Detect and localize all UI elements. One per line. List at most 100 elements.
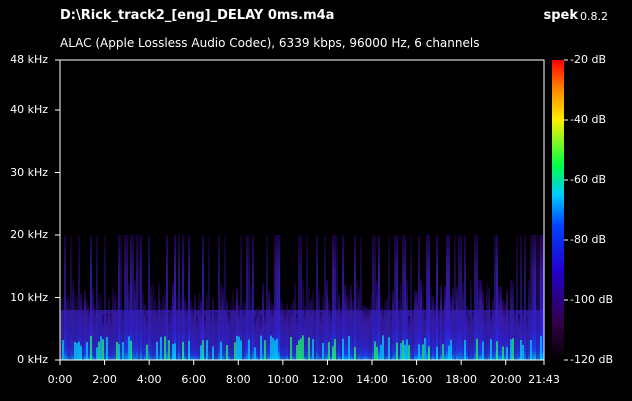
spectrogram-column	[378, 235, 380, 360]
spectrogram-highlight	[164, 336, 166, 360]
spectrogram-column	[404, 235, 406, 360]
spectrogram-column	[68, 295, 70, 360]
spectrogram-highlight	[116, 341, 118, 360]
spectrogram-column	[330, 309, 332, 360]
spectrogram-highlight	[348, 335, 350, 360]
spectrogram-highlight	[448, 345, 450, 360]
spectrogram-column	[414, 290, 416, 360]
spectrogram-highlight	[86, 341, 88, 360]
spectrogram-column	[88, 306, 90, 360]
spectrogram-column	[162, 296, 164, 360]
spectrogram-column	[136, 235, 138, 360]
spectrogram-highlight	[402, 340, 404, 360]
spectrogram-column	[258, 306, 260, 360]
x-tick-label: 10:00	[267, 373, 299, 386]
spectrogram-column	[228, 312, 230, 360]
spectrogram-highlight	[512, 338, 514, 360]
spectrogram-highlight	[220, 341, 222, 360]
spectrogram-column	[438, 310, 440, 360]
spectrogram-highlight	[264, 340, 266, 360]
spectrogram-column	[316, 235, 318, 360]
spectrogram-column	[394, 235, 396, 360]
spectrogram-column	[358, 286, 360, 360]
spectrogram-column	[364, 305, 366, 360]
spectrogram-column	[124, 235, 126, 360]
colorbar-label: -120 dB	[570, 353, 613, 366]
spectrogram-column	[384, 300, 386, 360]
x-tick-label: 6:00	[181, 373, 207, 386]
spectrogram-column	[246, 235, 248, 360]
spectrogram-column	[440, 285, 442, 360]
spectrogram-column	[340, 305, 342, 360]
spectrogram-highlight	[522, 345, 524, 360]
spectrogram-highlight	[200, 345, 202, 360]
spectrogram-column	[488, 287, 490, 360]
spectrogram-highlight	[408, 345, 410, 360]
spectrogram-highlight	[424, 338, 426, 360]
spectrogram-column	[350, 285, 352, 360]
spectrogram-column	[288, 313, 290, 360]
spectrogram-column	[352, 299, 354, 360]
spectrogram-highlight	[78, 341, 80, 360]
spectrogram-column	[320, 311, 322, 360]
spectrogram-column	[480, 279, 482, 360]
spectrogram-column	[232, 289, 234, 360]
spectrogram-column	[470, 279, 472, 360]
spectrogram-column	[304, 306, 306, 360]
spectrogram-column	[284, 310, 286, 360]
spectrogram-column	[448, 235, 450, 360]
spectrogram-column	[360, 235, 362, 360]
spectrogram	[55, 59, 568, 365]
spectrogram-column	[392, 290, 394, 360]
spectrogram-column	[108, 297, 110, 360]
y-tick-label: 20 kHz	[10, 228, 48, 241]
spectrogram-column	[314, 308, 316, 360]
spectrogram-column	[138, 235, 140, 360]
spectrogram-highlight	[436, 346, 438, 360]
spectrogram-column	[114, 292, 116, 360]
spectrogram-highlight	[322, 343, 324, 360]
spectrogram-column	[268, 290, 270, 360]
spectrogram-column	[148, 235, 150, 360]
spectrogram-highlight	[334, 339, 336, 360]
spectrogram-highlight	[302, 335, 304, 360]
spectrogram-column	[78, 235, 80, 360]
spectrogram-highlight	[98, 341, 100, 360]
spectrogram-column	[174, 235, 176, 360]
spectrogram-highlight	[106, 336, 108, 360]
spectrogram-highlight	[146, 344, 148, 360]
spectrogram-column	[194, 294, 196, 360]
spectrogram-column	[196, 316, 198, 360]
spectrogram-column	[528, 279, 530, 360]
spectrogram-column	[150, 285, 152, 360]
spectrogram-highlight	[400, 343, 402, 360]
spectrogram-column	[468, 315, 470, 360]
spectrogram-highlight	[376, 346, 378, 360]
spectrogram-column	[306, 235, 308, 360]
spectrogram-highlight	[520, 340, 522, 360]
spectrogram-column	[430, 288, 432, 360]
spectrogram-highlight	[290, 336, 292, 360]
spectrogram-highlight	[418, 344, 420, 360]
spectrogram-highlight	[122, 342, 124, 360]
spectrogram-column	[508, 311, 510, 360]
x-tick-label: 0:00	[47, 373, 73, 386]
spectrogram-column	[504, 303, 506, 360]
spectrogram-highlight	[530, 339, 532, 360]
spectrogram-highlight	[442, 344, 444, 360]
spectrogram-column	[96, 235, 98, 360]
spectrogram-column	[344, 284, 346, 360]
x-tick-label: 2:00	[92, 373, 117, 386]
colorbar-label: -100 dB	[570, 293, 613, 306]
spectrogram-column	[346, 295, 348, 360]
spectrogram-highlight	[396, 342, 398, 360]
colorbar-label: -20 dB	[570, 53, 606, 66]
spectrogram-highlight	[102, 339, 104, 360]
spectrogram-column	[104, 235, 106, 360]
spectrogram-column	[214, 313, 216, 360]
spectrogram-highlight	[90, 335, 92, 360]
spectrogram-column	[362, 305, 364, 360]
colorbar-label: -60 dB	[570, 173, 606, 186]
spectrogram-highlight	[296, 345, 298, 360]
spectrogram-column	[486, 283, 488, 360]
